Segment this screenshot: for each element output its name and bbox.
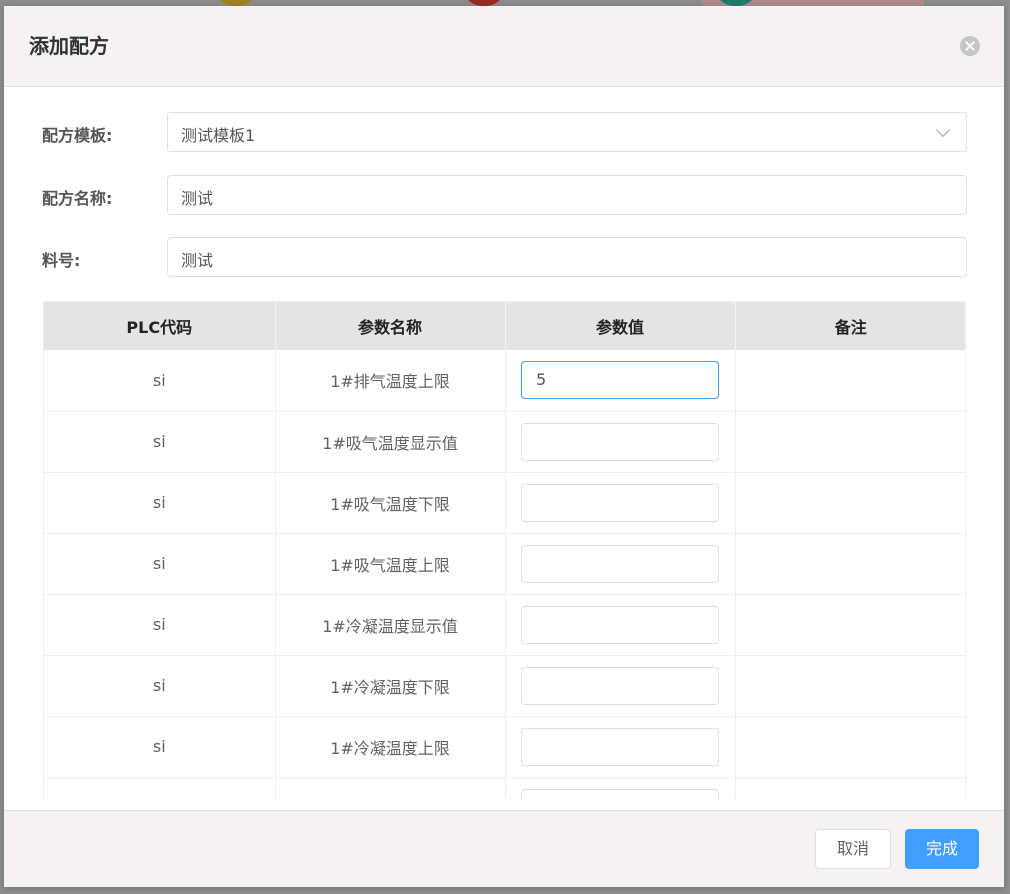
plc-code-cell: si bbox=[44, 411, 276, 473]
recipe-name-input[interactable]: 测试 bbox=[167, 175, 967, 215]
param-value-cell bbox=[505, 655, 736, 717]
column-header-note: 备注 bbox=[735, 302, 965, 350]
plc-code-cell: si bbox=[44, 655, 276, 717]
table-row bbox=[44, 777, 965, 798]
param-name-cell: 1#冷凝温度显示值 bbox=[275, 594, 506, 656]
param-name-cell bbox=[275, 777, 506, 798]
plc-code-cell: si bbox=[44, 594, 276, 656]
plc-code-cell: si bbox=[44, 716, 276, 778]
param-value-input[interactable] bbox=[521, 422, 719, 461]
note-cell bbox=[735, 472, 965, 534]
plc-code-cell: si bbox=[44, 533, 276, 595]
param-name-cell: 1#冷凝温度上限 bbox=[275, 716, 506, 778]
table-row: si 1#吸气温度上限 bbox=[44, 533, 965, 595]
param-value-input[interactable] bbox=[521, 727, 719, 766]
table-row: si 1#排气温度上限 5 bbox=[44, 350, 965, 412]
param-value-cell bbox=[505, 716, 736, 778]
note-cell bbox=[735, 350, 965, 412]
column-header-plc-code: PLC代码 bbox=[44, 302, 276, 350]
param-value-cell: 5 bbox=[505, 350, 736, 412]
param-value-cell bbox=[505, 777, 736, 798]
cancel-button[interactable]: 取消 bbox=[815, 829, 891, 869]
note-cell bbox=[735, 716, 965, 778]
parameter-table: PLC代码 参数名称 参数值 备注 si 1#排气温度上限 5 si 1#吸气温… bbox=[43, 301, 966, 798]
add-recipe-dialog: 添加配方 配方模板: 测试模板1 配方名称: 测试 料号: 测试 PLC代码 参… bbox=[4, 6, 1004, 887]
material-value: 测试 bbox=[181, 251, 214, 270]
plc-code-cell: si bbox=[44, 472, 276, 534]
table-row: si 1#吸气温度下限 bbox=[44, 472, 965, 534]
template-label: 配方模板: bbox=[42, 126, 113, 145]
param-value-cell bbox=[505, 411, 736, 473]
dialog-title: 添加配方 bbox=[29, 34, 109, 58]
param-value-input[interactable] bbox=[521, 605, 719, 644]
dialog-header: 添加配方 bbox=[4, 6, 1004, 87]
table-header-row: PLC代码 参数名称 参数值 备注 bbox=[44, 302, 965, 350]
param-value-input[interactable] bbox=[521, 788, 719, 798]
recipe-name-label: 配方名称: bbox=[42, 189, 113, 208]
param-name-cell: 1#吸气温度下限 bbox=[275, 472, 506, 534]
template-select[interactable]: 测试模板1 bbox=[167, 112, 967, 152]
param-name-cell: 1#冷凝温度下限 bbox=[275, 655, 506, 717]
dialog-footer: 取消 完成 bbox=[4, 810, 1004, 887]
note-cell bbox=[735, 777, 965, 798]
plc-code-cell bbox=[44, 777, 276, 798]
param-value-cell bbox=[505, 594, 736, 656]
note-cell bbox=[735, 533, 965, 595]
param-name-cell: 1#吸气温度上限 bbox=[275, 533, 506, 595]
param-value-input[interactable] bbox=[521, 666, 719, 705]
chevron-down-icon bbox=[935, 122, 951, 138]
param-value-cell bbox=[505, 533, 736, 595]
note-cell bbox=[735, 594, 965, 656]
table-row: si 1#吸气温度显示值 bbox=[44, 411, 965, 473]
recipe-name-value: 测试 bbox=[181, 189, 214, 208]
param-value-input[interactable] bbox=[521, 483, 719, 522]
param-value-input[interactable] bbox=[521, 544, 719, 583]
confirm-button[interactable]: 完成 bbox=[905, 829, 979, 869]
param-value-cell bbox=[505, 472, 736, 534]
note-cell bbox=[735, 411, 965, 473]
param-name-cell: 1#排气温度上限 bbox=[275, 350, 506, 412]
note-cell bbox=[735, 655, 965, 717]
close-icon[interactable] bbox=[960, 36, 980, 56]
material-input[interactable]: 测试 bbox=[167, 237, 967, 277]
template-select-value: 测试模板1 bbox=[181, 126, 256, 145]
material-label: 料号: bbox=[42, 251, 81, 270]
table-row: si 1#冷凝温度下限 bbox=[44, 655, 965, 717]
param-name-cell: 1#吸气温度显示值 bbox=[275, 411, 506, 473]
table-row: si 1#冷凝温度显示值 bbox=[44, 594, 965, 656]
table-row: si 1#冷凝温度上限 bbox=[44, 716, 965, 778]
column-header-param-value: 参数值 bbox=[505, 302, 736, 350]
param-value-input[interactable]: 5 bbox=[521, 361, 719, 400]
plc-code-cell: si bbox=[44, 350, 276, 412]
column-header-param-name: 参数名称 bbox=[275, 302, 506, 350]
